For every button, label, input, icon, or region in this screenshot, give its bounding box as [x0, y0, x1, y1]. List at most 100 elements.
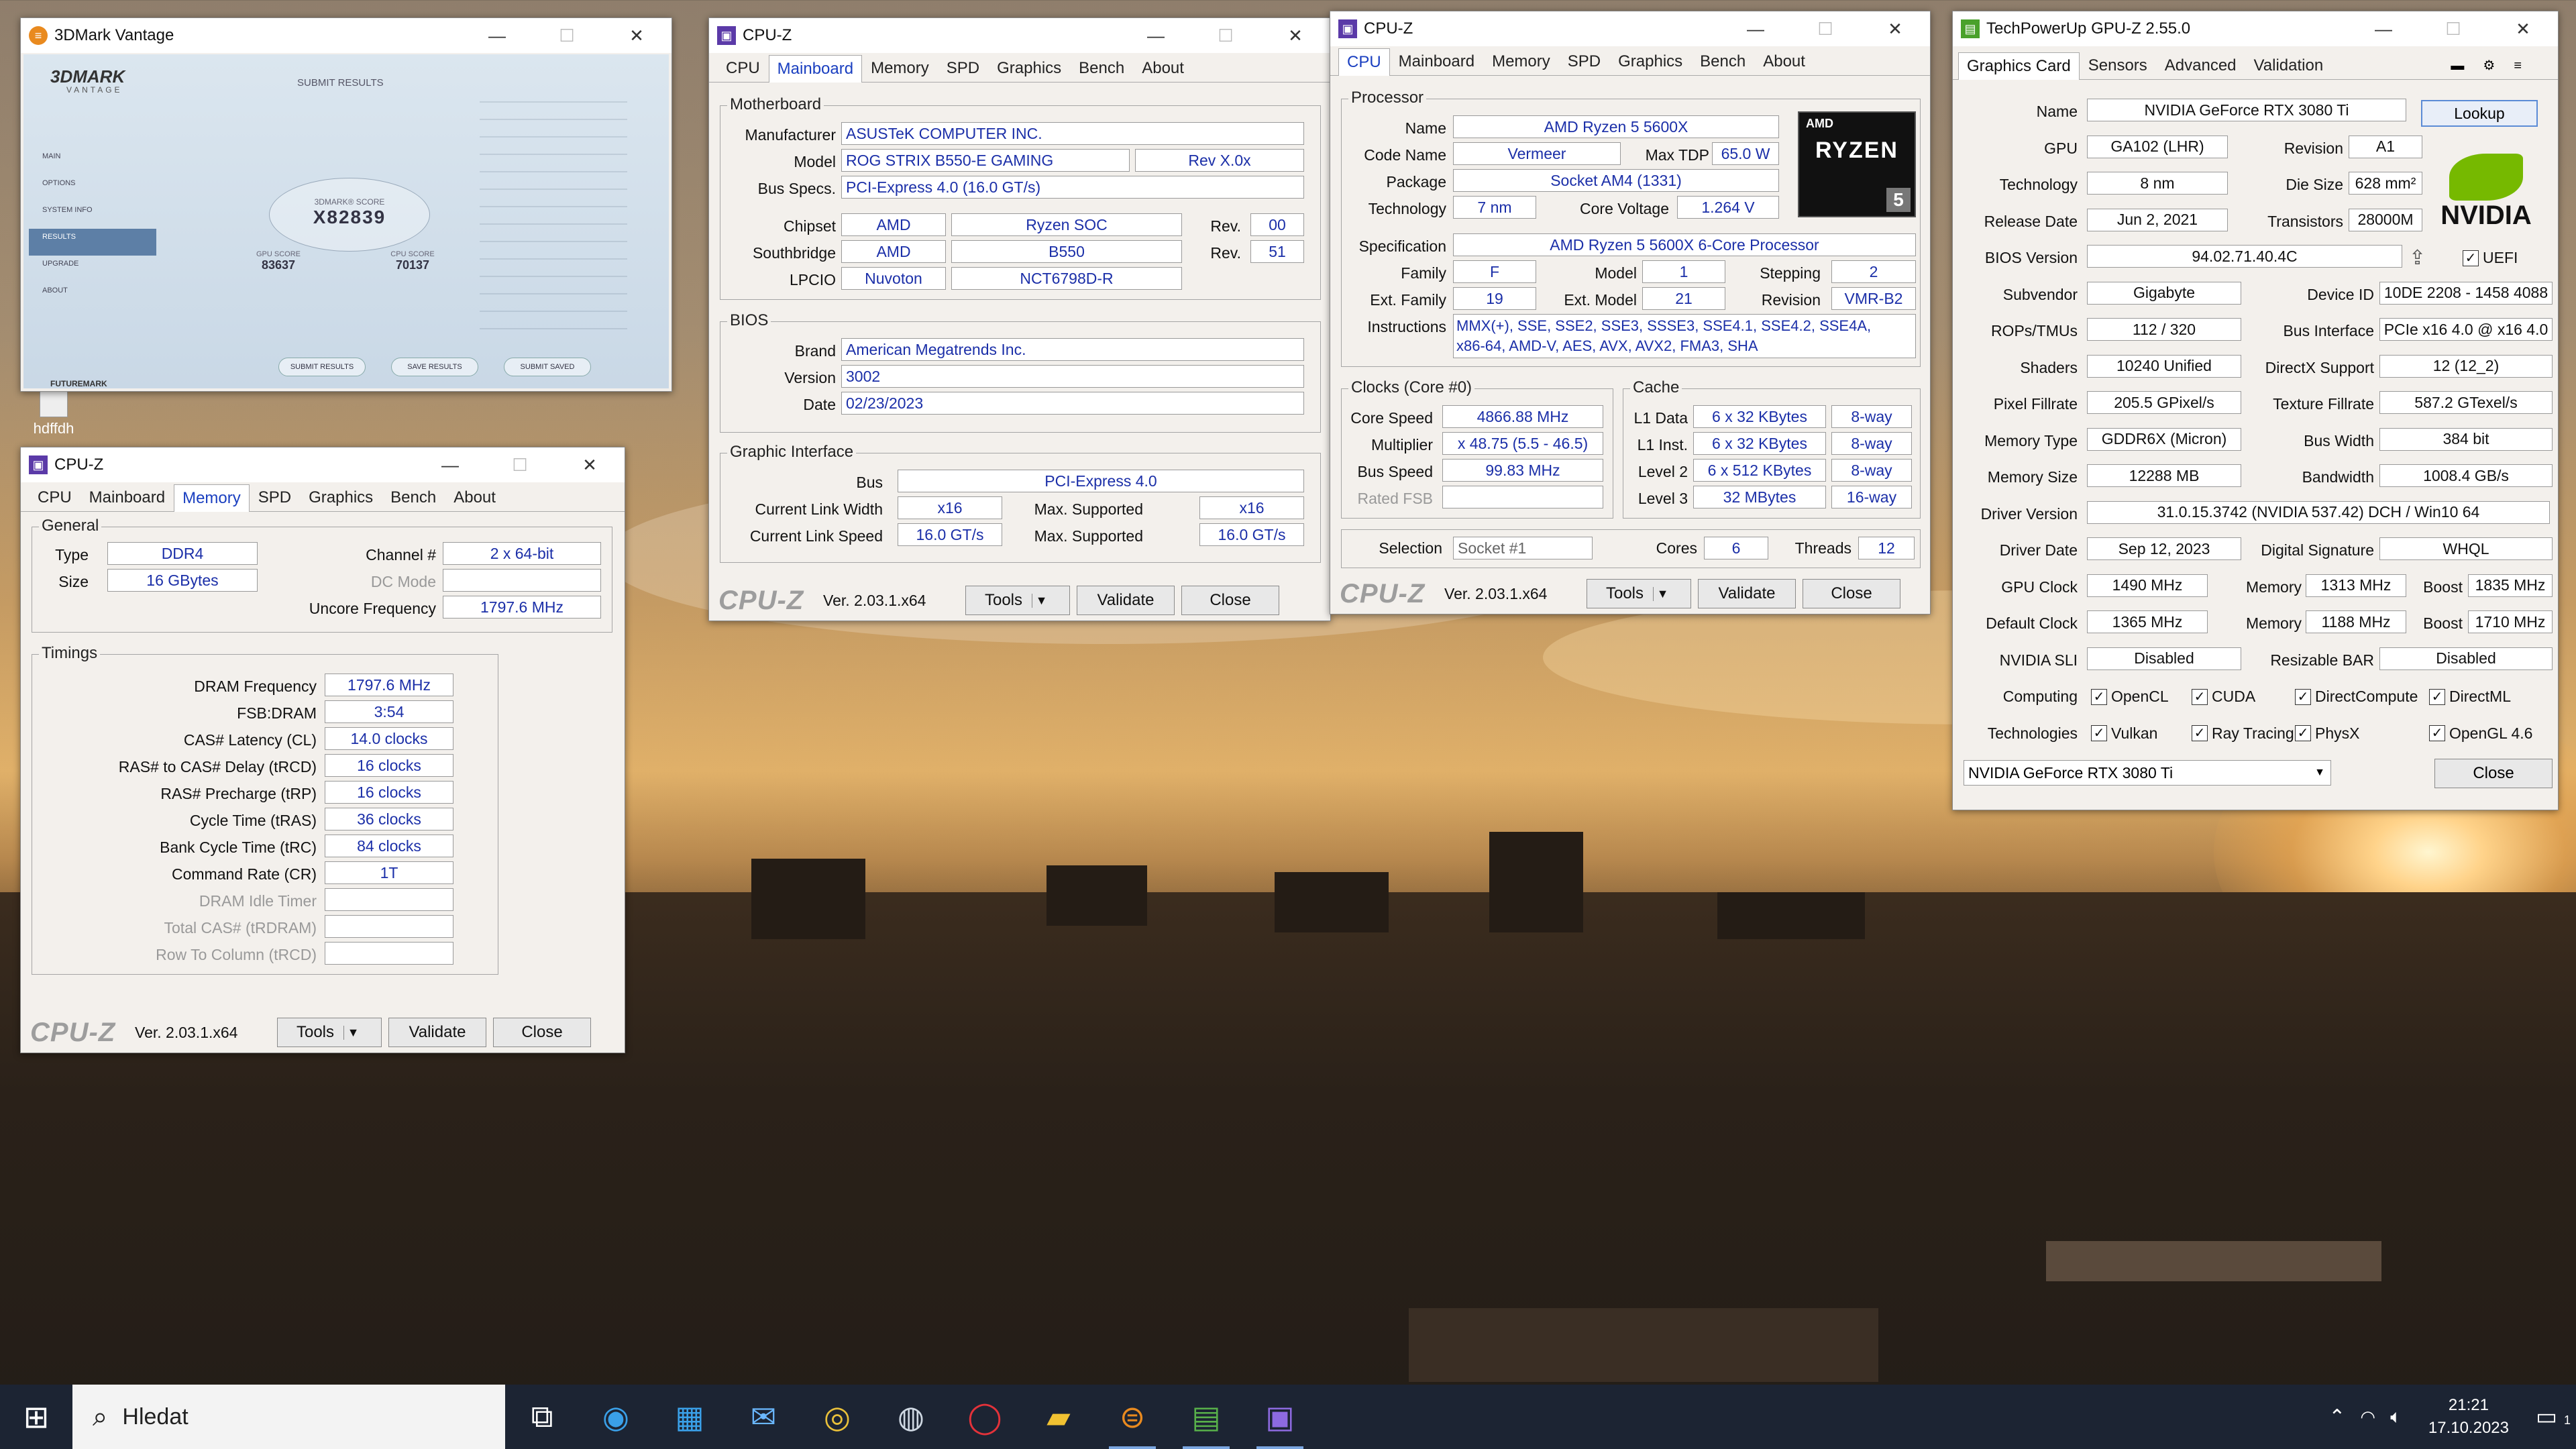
tab-memory[interactable]: Memory: [1483, 48, 1559, 75]
tab-graphics[interactable]: Graphics: [300, 484, 382, 511]
ray-tracing-checkbox[interactable]: ✓ Ray Tracing: [2192, 724, 2294, 743]
vantage-menu-item[interactable]: ABOUT: [29, 282, 156, 309]
gpuz-tab[interactable]: Sensors: [2080, 52, 2156, 79]
directml-checkbox[interactable]: ✓ DirectML: [2429, 688, 2511, 706]
tab-cpu[interactable]: CPU: [717, 54, 769, 82]
physx-checkbox[interactable]: ✓ PhysX: [2295, 724, 2359, 743]
minimize-icon[interactable]: —: [2349, 19, 2418, 40]
vulkan-checkbox[interactable]: ✓ Vulkan: [2091, 724, 2157, 743]
desktop-icon[interactable]: hdffdh: [27, 389, 80, 437]
minimize-icon[interactable]: —: [462, 25, 532, 46]
speaker-icon[interactable]: 🔈︎: [2390, 1406, 2402, 1428]
vantage-window[interactable]: ≡ 3DMark Vantage — ☐ ✕ 3DMARK VANTAGE SU…: [20, 17, 672, 392]
task-view-icon[interactable]: ⧉: [505, 1385, 579, 1449]
tab-cpu[interactable]: CPU: [1338, 48, 1390, 76]
opera-icon[interactable]: ◯: [948, 1385, 1022, 1449]
close-icon[interactable]: ✕: [1260, 25, 1330, 46]
vantage-menu-item[interactable]: OPTIONS: [29, 175, 156, 202]
close-button[interactable]: Close: [493, 1018, 591, 1047]
opencl-checkbox[interactable]: ✓ OpenCL: [2091, 688, 2169, 706]
clock-value: 1490 MHz: [2087, 574, 2208, 597]
close-icon[interactable]: ✕: [602, 25, 672, 46]
folder-icon[interactable]: ▰: [1022, 1385, 1095, 1449]
close-icon[interactable]: ✕: [2488, 19, 2558, 40]
tab-about[interactable]: About: [1754, 48, 1814, 75]
clock[interactable]: 21:21 17.10.2023: [2428, 1394, 2509, 1440]
uefi-checkbox[interactable]: ✓ UEFI: [2463, 249, 2518, 267]
tools-button[interactable]: Tools ▼: [277, 1018, 382, 1047]
tab-cpu[interactable]: CPU: [29, 484, 80, 511]
gpuz-window[interactable]: ▤ TechPowerUp GPU-Z 2.55.0 — ☐ ✕ Graphic…: [1952, 11, 2559, 810]
tab-bench[interactable]: Bench: [1691, 48, 1754, 75]
close-icon[interactable]: ✕: [555, 455, 625, 476]
window-title: 3DMark Vantage: [54, 26, 174, 44]
opengl-4-6-checkbox[interactable]: ✓ OpenGL 4.6: [2429, 724, 2532, 743]
close-button[interactable]: Close: [1181, 586, 1279, 615]
tab-graphics[interactable]: Graphics: [988, 54, 1070, 82]
cpuz-taskbar-icon[interactable]: ▣: [1243, 1385, 1317, 1449]
vantage-menu-item[interactable]: MAIN: [29, 148, 156, 175]
vantage-menu-item[interactable]: SYSTEM INFO: [29, 202, 156, 229]
cuda-checkbox[interactable]: ✓ CUDA: [2192, 688, 2255, 706]
vantage-menu-item[interactable]: UPGRADE: [29, 256, 156, 282]
chevron-down-icon[interactable]: ▼: [1032, 593, 1051, 608]
mail-icon[interactable]: ✉: [727, 1385, 800, 1449]
tab-graphics[interactable]: Graphics: [1609, 48, 1691, 75]
tab-memory[interactable]: Memory: [862, 54, 938, 82]
tab-spd[interactable]: SPD: [250, 484, 300, 511]
tab-spd[interactable]: SPD: [938, 54, 988, 82]
minimize-icon[interactable]: —: [1721, 19, 1790, 40]
tab-bench[interactable]: Bench: [382, 484, 445, 511]
cpuz-cpu-window[interactable]: ▣ CPU-Z — ☐ ✕ CPU Mainboard Memory SPD Graph…: [1330, 11, 1931, 614]
chevron-down-icon[interactable]: ▼: [1653, 586, 1672, 601]
minimize-icon[interactable]: —: [415, 455, 485, 476]
tab-memory[interactable]: Memory: [174, 484, 250, 512]
tab-mainboard[interactable]: Mainboard: [1390, 48, 1483, 75]
gpuz-tab[interactable]: Advanced: [2156, 52, 2245, 79]
gpuz-taskbar-icon[interactable]: ▤: [1169, 1385, 1243, 1449]
socket-select[interactable]: Socket #1: [1453, 537, 1593, 559]
tab-spd[interactable]: SPD: [1559, 48, 1609, 75]
search-box[interactable]: ⌕ Hledat: [72, 1385, 505, 1449]
chevron-up-icon[interactable]: ⌃: [2328, 1405, 2345, 1429]
close-button[interactable]: Close: [2434, 759, 2553, 788]
tab-mainboard[interactable]: Mainboard: [80, 484, 174, 511]
vantage-button[interactable]: SUBMIT SAVED: [504, 358, 591, 376]
wifi-icon[interactable]: ◠: [2360, 1407, 2375, 1428]
gpuz-tab[interactable]: Validation: [2245, 52, 2332, 79]
3dmark-taskbar-icon[interactable]: ⊜: [1095, 1385, 1169, 1449]
steam-icon[interactable]: ◍: [874, 1385, 948, 1449]
directcompute-checkbox[interactable]: ✓ DirectCompute: [2295, 688, 2418, 706]
directml-label: DirectML: [2449, 688, 2512, 705]
gpu-select[interactable]: NVIDIA GeForce RTX 3080 Ti ▼: [1964, 760, 2331, 786]
tab-about[interactable]: About: [1133, 54, 1193, 82]
close-button[interactable]: Close: [1803, 579, 1900, 608]
validate-button[interactable]: Validate: [388, 1018, 486, 1047]
nvidia-eye-icon: [2449, 154, 2523, 201]
vantage-button[interactable]: SUBMIT RESULTS: [278, 358, 366, 376]
validate-button[interactable]: Validate: [1698, 579, 1796, 608]
vantage-menu-item[interactable]: RESULTS: [29, 229, 156, 256]
cuda-label: CUDA: [2212, 688, 2256, 705]
minimize-icon[interactable]: —: [1121, 25, 1191, 46]
validate-button[interactable]: Validate: [1077, 586, 1175, 615]
share-icon[interactable]: ⇪: [2409, 246, 2426, 270]
chevron-down-icon[interactable]: ▼: [343, 1025, 362, 1040]
close-icon[interactable]: ✕: [1860, 19, 1930, 40]
cpuz-mainboard-window[interactable]: ▣ CPU-Z — ☐ ✕ CPU Mainboard Memory SPD Graph…: [708, 17, 1331, 621]
tab-bench[interactable]: Bench: [1070, 54, 1133, 82]
tools-button[interactable]: Tools ▼: [1587, 579, 1691, 608]
cpuz-memory-window[interactable]: ▣ CPU-Z — ☐ ✕ CPU Mainboard Memory SPD Graph…: [20, 447, 625, 1053]
store-icon[interactable]: ▦: [653, 1385, 727, 1449]
tools-button[interactable]: Tools ▼: [965, 586, 1070, 615]
gpuz-tab[interactable]: Graphics Card: [1958, 52, 2080, 80]
tab-about[interactable]: About: [445, 484, 504, 511]
edge-icon[interactable]: ◉: [579, 1385, 653, 1449]
toolbar-icons[interactable]: ▬⚙≡: [2451, 57, 2540, 79]
start-button[interactable]: ⊞: [0, 1385, 72, 1449]
tab-mainboard[interactable]: Mainboard: [768, 55, 863, 83]
notification-icon[interactable]: ▭ 1: [2536, 1403, 2576, 1430]
chrome-icon[interactable]: ◎: [800, 1385, 874, 1449]
vantage-button[interactable]: SAVE RESULTS: [391, 358, 478, 376]
lookup-button[interactable]: Lookup: [2421, 100, 2538, 127]
